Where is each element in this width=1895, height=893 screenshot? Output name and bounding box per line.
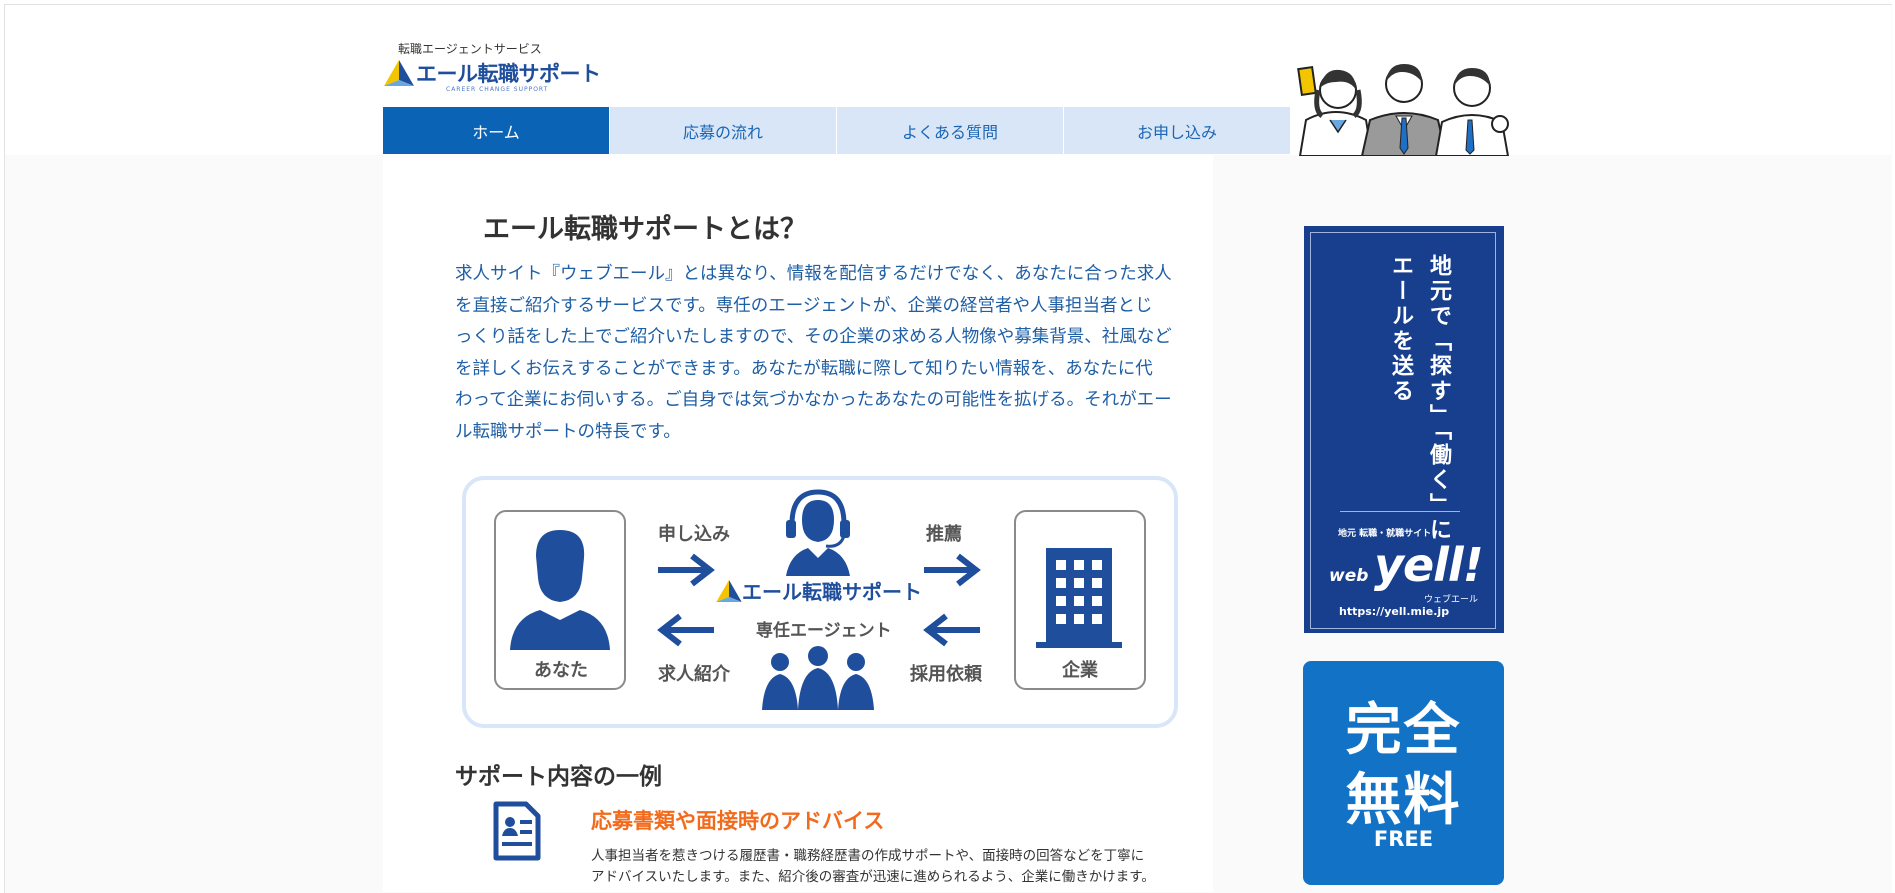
free-banner-line2: 無料 xyxy=(1345,768,1462,833)
support-heading: サポート内容の一例 xyxy=(455,764,662,790)
intro-line: っくり話をした上でご紹介いたしますので、その企業の求める人物像や募集背景、社風な… xyxy=(455,327,1172,347)
staff-illustration xyxy=(1297,64,1510,156)
request-label: 採用依頼 xyxy=(910,664,982,685)
person-icon xyxy=(510,530,610,650)
company-box: 企業 xyxy=(1014,510,1146,690)
yell-logo-web: web xyxy=(1329,566,1369,586)
intro-line: を直接ご紹介するサービスです。専任のエージェントが、企業の経営者や人事担当者とじ xyxy=(455,295,1153,316)
arrow-left-icon xyxy=(923,613,980,647)
logo-name: エール転職サポート xyxy=(416,62,601,86)
agents-group-icon xyxy=(762,646,874,710)
yell-banner-kana: ウェブエール xyxy=(1424,595,1479,605)
document-icon xyxy=(493,801,541,861)
main-nav: ホーム 応募の流れ よくある質問 お申し込み xyxy=(383,107,1291,154)
yell-logo-brand: yell xyxy=(1373,538,1464,592)
service-flow-diagram: あなた 企業 申し込み 求人紹介 推薦 採用依頼 エール転職サポート 専任エージ… xyxy=(462,476,1178,728)
logo-triangle-icon xyxy=(384,60,414,86)
agent-headset-icon xyxy=(786,489,850,576)
you-box: あなた xyxy=(494,510,626,690)
introduce-label: 求人紹介 xyxy=(658,664,730,685)
yell-banner-line1: 地元で「探す」「働く」に xyxy=(1426,254,1451,543)
agent-label: 専任エージェント xyxy=(756,621,892,641)
nav-faq[interactable]: よくある質問 xyxy=(837,107,1063,154)
arrow-right-icon xyxy=(658,553,715,587)
free-banner-line3: FREE xyxy=(1373,827,1434,851)
nav-application-flow[interactable]: 応募の流れ xyxy=(610,107,836,154)
arrow-left-icon xyxy=(657,613,714,647)
web-yell-banner[interactable]: 地元で「探す」「働く」に エールを送る 地元 転職・就職サイト web yell… xyxy=(1304,226,1504,633)
logo-tagline: CAREER CHANGE SUPPORT xyxy=(446,86,549,93)
recommend-label: 推薦 xyxy=(926,524,962,545)
nav-apply[interactable]: お申し込み xyxy=(1064,107,1290,154)
support-item-text: 人事担当者を惹きつける履歴書・職務経歴書の作成サポートや、面接時の回答などを丁寧… xyxy=(591,846,1181,888)
support-item-title: 応募書類や面接時のアドバイス xyxy=(591,809,885,833)
free-banner[interactable]: 完全 無料 FREE xyxy=(1303,661,1504,885)
company-label: 企業 xyxy=(1062,660,1098,681)
brand-triangle-icon xyxy=(716,580,742,602)
arrow-right-icon xyxy=(924,553,981,587)
free-banner-line1: 完全 xyxy=(1345,698,1462,763)
yell-banner-line2: エールを送る xyxy=(1388,254,1413,404)
support-text-line: アドバイスいたします。また、紹介後の審査が迅速に進められるよう、企業に働きかけま… xyxy=(591,869,1155,885)
support-text-line: 人事担当者を惹きつける履歴書・職務経歴書の作成サポートや、面接時の回答などを丁寧… xyxy=(591,848,1145,864)
intro-line: 求人サイト『ウェブエール』とは異なり、情報を配信するだけでなく、あなたに合った求… xyxy=(455,264,1172,284)
page-title: エール転職サポートとは？ xyxy=(483,214,807,245)
yell-banner-url: https://yell.mie.jp xyxy=(1339,605,1450,618)
nav-home[interactable]: ホーム xyxy=(383,107,609,154)
intro-text: 求人サイト『ウェブエール』とは異なり、情報を配信するだけでなく、あなたに合った求… xyxy=(455,259,1175,448)
intro-line: ル転職サポートの特長です。 xyxy=(455,421,681,442)
building-icon xyxy=(1036,548,1122,648)
you-label: あなた xyxy=(534,660,588,681)
logo-subtitle: 転職エージェントサービス xyxy=(398,42,542,56)
intro-line: わって企業にお伺いする。ご自身では気づかなかったあなたの可能性を拡げる。それがエ… xyxy=(455,390,1172,410)
apply-label: 申し込み xyxy=(658,524,730,545)
divider xyxy=(1340,511,1460,512)
diagram-brand: エール転職サポート xyxy=(742,576,922,605)
intro-line: を詳しくお伝えすることができます。あなたが転職に際して知りたい情報を、あなたに代 xyxy=(455,358,1153,379)
yell-logo: web yell! xyxy=(1329,538,1484,592)
